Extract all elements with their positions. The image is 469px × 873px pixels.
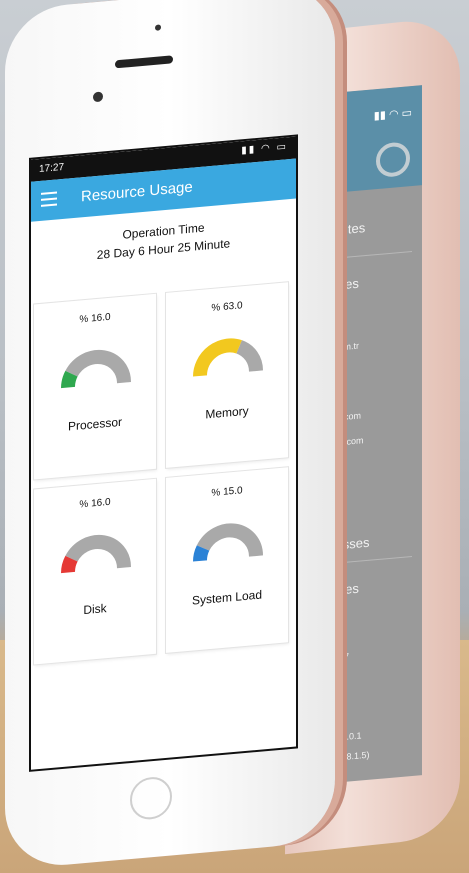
camera-icon <box>155 24 161 31</box>
phone-screen: 17:27 ▮▮ ◠ ▭ Resource Usage Operation Ti… <box>29 134 298 772</box>
gauge-percent: % 16.0 <box>79 496 111 511</box>
gauge-card-memory[interactable]: % 63.0 Memory <box>166 282 288 468</box>
gauge-label: Disk <box>83 601 107 618</box>
status-time: 17:27 <box>39 161 65 176</box>
gauge-label: Processor <box>67 414 123 434</box>
gauge-value-arc <box>193 338 242 377</box>
gauge-value-arc <box>61 555 78 574</box>
gauge-grid: % 16.0 Processor % 63.0 Memory % 16.0 Di… <box>34 282 291 665</box>
gauge-processor <box>61 349 131 389</box>
gauge-system-load <box>193 523 263 562</box>
gauge-remaining-arc <box>65 534 131 569</box>
back-status-icons: ▮▮ ◠ ▭ <box>373 106 412 123</box>
gauge-remaining-arc <box>235 340 263 373</box>
gauge-percent: % 15.0 <box>211 485 243 499</box>
gauge-percent: % 16.0 <box>79 311 111 326</box>
gauge-value-arc <box>61 370 78 389</box>
gauge-value-arc <box>193 545 210 562</box>
gauge-card-system-load[interactable]: % 15.0 System Load <box>166 467 288 653</box>
gauge-card-processor[interactable]: % 16.0 Processor <box>34 293 156 480</box>
gauge-memory <box>193 338 263 377</box>
key-icon <box>376 141 410 179</box>
speaker <box>115 55 173 69</box>
gauge-card-disk[interactable]: % 16.0 Disk <box>34 478 156 665</box>
gauge-label: Memory <box>205 403 249 422</box>
app-title: Resource Usage <box>81 178 193 206</box>
gauge-remaining-arc <box>65 349 131 384</box>
hamburger-menu-icon[interactable] <box>41 191 57 207</box>
gauge-label: System Load <box>191 587 263 608</box>
gauge-percent: % 63.0 <box>211 300 243 314</box>
gauge-disk <box>61 534 131 574</box>
home-button[interactable] <box>130 775 172 822</box>
gauge-remaining-arc <box>196 523 263 558</box>
front-camera-icon <box>93 91 103 103</box>
front-phone: 17:27 ▮▮ ◠ ▭ Resource Usage Operation Ti… <box>5 0 335 871</box>
status-icons: ▮▮ ◠ ▭ <box>241 141 288 157</box>
